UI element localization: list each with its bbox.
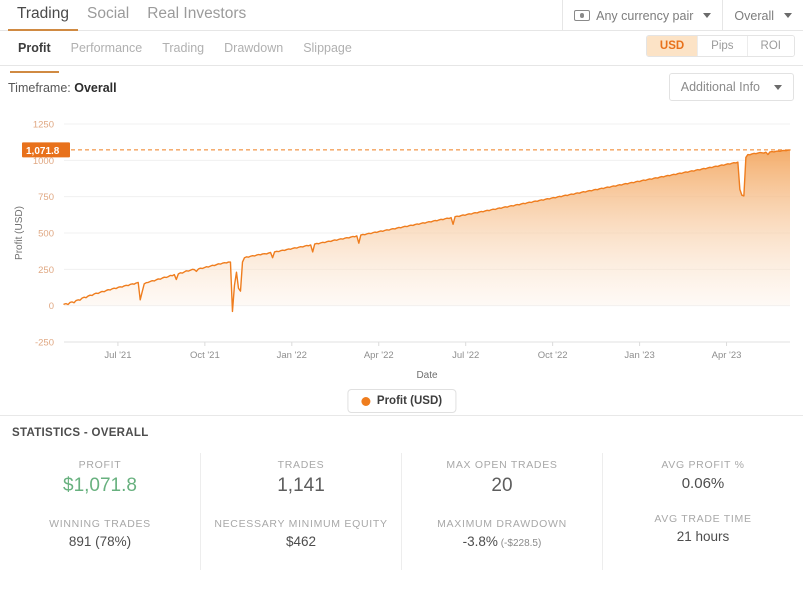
stat-value-winning-trades: 891 (78%) xyxy=(68,534,132,549)
stat-column-trades: TRADES 1,141 NECESSARY MINIMUM EQUITY $4… xyxy=(200,453,401,570)
currency-pair-dropdown[interactable]: Any currency pair xyxy=(562,0,722,31)
primary-navigation: Trading Social Real Investors Any curren… xyxy=(0,0,803,31)
stat-value-maximum-drawdown-sub: (-$228.5) xyxy=(497,538,542,549)
navigation-filters: Any currency pair Overall xyxy=(562,0,803,31)
stat-column-max-open-trades: MAX OPEN TRADES 20 MAXIMUM DRAWDOWN -3.8… xyxy=(401,453,602,570)
banknote-icon xyxy=(574,10,591,21)
legend-color-dot xyxy=(360,396,370,406)
y-axis-tick-label: 250 xyxy=(38,265,54,276)
x-axis-tick-label: Jul '22 xyxy=(452,350,479,361)
stat-value-trades: 1,141 xyxy=(277,475,325,496)
currency-pair-value: Any currency pair xyxy=(596,8,694,23)
additional-info-dropdown[interactable]: Additional Info xyxy=(668,73,794,101)
stat-label-profit: PROFIT xyxy=(78,459,122,471)
y-axis-tick-label: 0 xyxy=(49,301,54,312)
stat-value-maximum-drawdown-main: -3.8% xyxy=(462,534,498,549)
stat-column-profit: PROFIT $1,071.8 WINNING TRADES 891 (78%) xyxy=(0,453,200,570)
tab-slippage-label: Slippage xyxy=(303,41,352,55)
stat-label-necessary-minimum-equity: NECESSARY MINIMUM EQUITY xyxy=(214,518,388,530)
stat-value-profit: $1,071.8 xyxy=(63,475,137,496)
nav-item-trading-label: Trading xyxy=(17,5,69,22)
stat-label-max-open-trades: MAX OPEN TRADES xyxy=(446,459,558,471)
tab-trading[interactable]: Trading xyxy=(152,32,214,64)
x-axis-tick-label: Oct '22 xyxy=(538,350,568,361)
tab-profit[interactable]: Profit xyxy=(8,32,61,73)
stat-column-avg-profit: AVG PROFIT % 0.06% AVG TRADE TIME 21 hou… xyxy=(602,453,803,570)
y-axis-tick-label: 1250 xyxy=(33,120,54,131)
x-axis-tick-label: Jan '23 xyxy=(624,350,654,361)
x-axis-tick-label: Oct '21 xyxy=(190,350,220,361)
timeframe-value: Overall xyxy=(74,81,117,95)
secondary-tabs: Profit Performance Trading Drawdown Slip… xyxy=(0,31,803,73)
chevron-down-icon xyxy=(774,84,782,90)
statistics-section: STATISTICS - OVERALL PROFIT $1,071.8 WIN… xyxy=(0,415,803,575)
nav-item-social[interactable]: Social xyxy=(78,0,138,30)
timeframe-dropdown[interactable]: Overall xyxy=(722,0,803,31)
stat-value-max-open-trades: 20 xyxy=(491,475,513,496)
stat-label-avg-trade-time: AVG TRADE TIME xyxy=(654,513,752,525)
stat-label-winning-trades: WINNING TRADES xyxy=(49,518,151,530)
unit-toggle-pips[interactable]: Pips xyxy=(698,36,748,56)
current-profit-badge: 1,071.8 xyxy=(22,142,70,158)
nav-item-real-investors[interactable]: Real Investors xyxy=(138,0,255,30)
profit-chart-canvas[interactable]: -250 0 250 500 750 1000 1250 Profit (USD) Jul '2… xyxy=(0,110,803,415)
y-axis-tick-label: 500 xyxy=(38,229,54,240)
profit-area-fill xyxy=(64,149,790,312)
tab-trading-label: Trading xyxy=(162,41,205,55)
chart-legend[interactable]: Profit (USD) xyxy=(346,389,457,413)
unit-toggle-usd[interactable]: USD xyxy=(646,36,699,56)
chevron-down-icon xyxy=(784,13,792,18)
nav-item-trading[interactable]: Trading xyxy=(8,0,78,31)
tab-performance[interactable]: Performance xyxy=(61,32,153,64)
nav-item-social-label: Social xyxy=(86,5,130,22)
x-axis-tick-label: Apr '23 xyxy=(712,350,742,361)
current-profit-badge-label: 1,071.8 xyxy=(26,146,60,157)
y-axis-title: Profit (USD) xyxy=(14,206,25,260)
unit-toggle-usd-label: USD xyxy=(659,40,685,52)
chevron-down-icon xyxy=(703,13,712,18)
x-axis-tick-label: Jan '22 xyxy=(277,350,307,361)
x-axis-tick-label: Jul '21 xyxy=(104,350,131,361)
unit-toggle-roi-label: ROI xyxy=(760,40,781,52)
timeframe-dropdown-value: Overall xyxy=(734,8,774,23)
tab-drawdown-label: Drawdown xyxy=(224,41,284,55)
legend-series-label: Profit (USD) xyxy=(376,395,443,407)
stat-value-maximum-drawdown: -3.8% (-$228.5) xyxy=(408,534,596,549)
additional-info-label: Additional Info xyxy=(680,80,760,94)
x-axis-title: Date xyxy=(416,370,438,381)
y-axis-tick-label: 750 xyxy=(38,192,54,203)
stat-value-necessary-minimum-equity: $462 xyxy=(285,534,317,549)
tab-slippage[interactable]: Slippage xyxy=(293,32,362,64)
nav-item-real-investors-label: Real Investors xyxy=(147,5,247,22)
tab-profit-label: Profit xyxy=(18,41,51,55)
statistics-grid: PROFIT $1,071.8 WINNING TRADES 891 (78%)… xyxy=(0,453,803,570)
x-axis-tick-label: Apr '22 xyxy=(364,350,394,361)
tab-performance-label: Performance xyxy=(70,41,143,55)
stat-label-avg-profit: AVG PROFIT % xyxy=(661,459,745,471)
profit-chart: -250 0 250 500 750 1000 1250 Profit (USD) Jul '2… xyxy=(0,110,803,415)
timeframe-prefix: Timeframe: xyxy=(8,81,71,95)
stat-value-avg-profit: 0.06% xyxy=(681,475,725,492)
timeframe-summary: Timeframe: Overall xyxy=(8,81,117,95)
stat-label-maximum-drawdown: MAXIMUM DRAWDOWN xyxy=(437,518,567,530)
y-axis-tick-label: 1000 xyxy=(33,156,54,167)
statistics-title: STATISTICS - OVERALL xyxy=(12,427,149,439)
stat-value-avg-trade-time: 21 hours xyxy=(676,529,730,544)
app-root: Trading Social Real Investors Any curren… xyxy=(0,0,803,600)
unit-toggle-pips-label: Pips xyxy=(711,40,734,52)
tab-drawdown[interactable]: Drawdown xyxy=(214,32,293,64)
y-axis-tick-label: -250 xyxy=(35,338,54,349)
stat-label-trades: TRADES xyxy=(277,459,325,471)
unit-toggle-roi[interactable]: ROI xyxy=(747,36,794,56)
unit-toggle-group: USD Pips ROI xyxy=(645,35,795,57)
timeframe-row: Timeframe: Overall Additional Info xyxy=(0,66,803,110)
